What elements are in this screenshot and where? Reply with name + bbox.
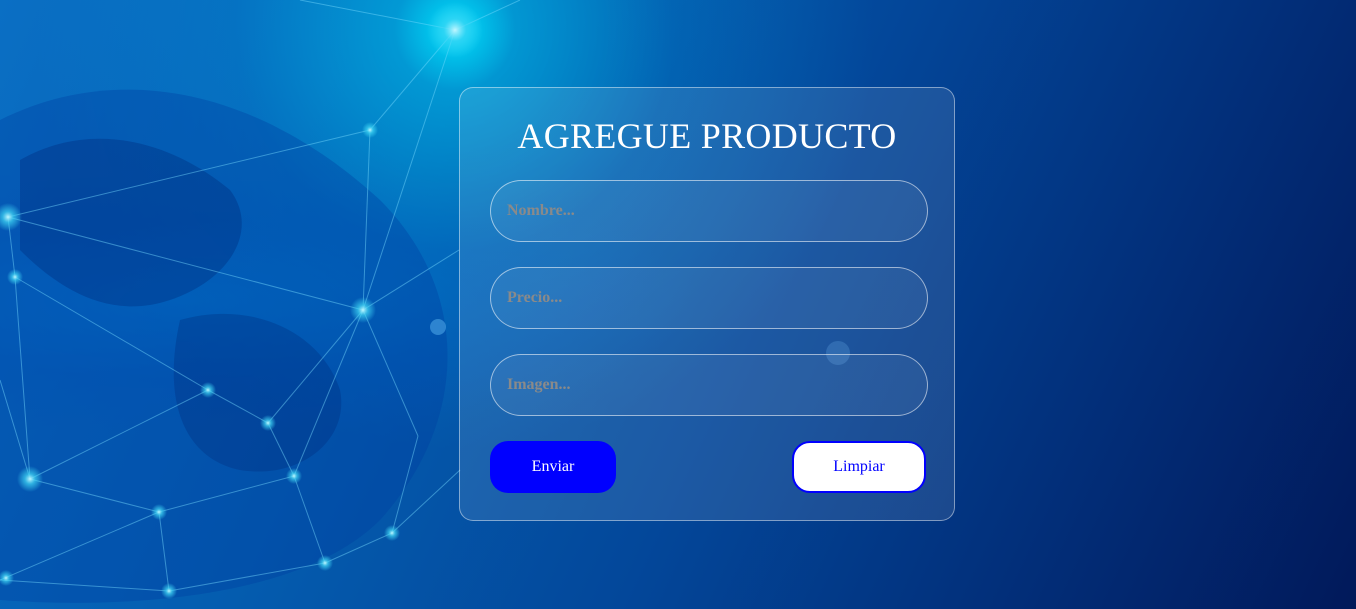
precio-input[interactable] [490, 267, 928, 329]
imagen-input[interactable] [490, 354, 928, 416]
limpiar-button[interactable]: Limpiar [792, 441, 926, 493]
add-product-form: AGREGUE PRODUCTO Enviar Limpiar [459, 87, 955, 521]
nombre-input[interactable] [490, 180, 928, 242]
enviar-button[interactable]: Enviar [490, 441, 616, 493]
form-title: AGREGUE PRODUCTO [517, 116, 897, 156]
